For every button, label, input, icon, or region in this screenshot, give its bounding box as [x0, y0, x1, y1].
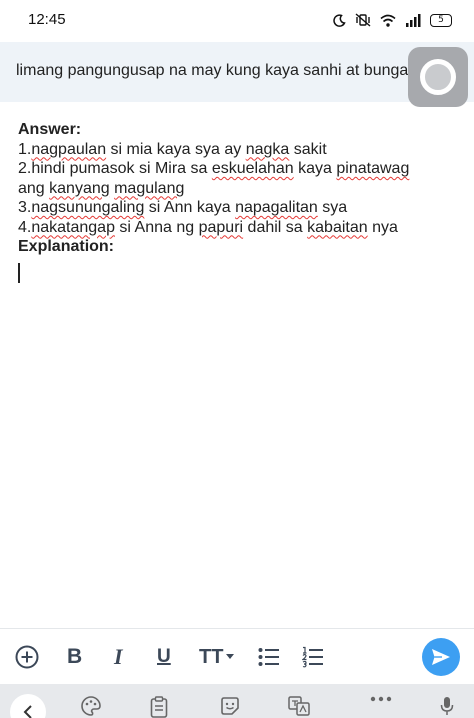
text-size-button[interactable]: TT — [199, 645, 235, 669]
answer-lines: 1.nagpaulan si mia kaya sya ay nagka sak… — [18, 140, 468, 238]
answer-editor[interactable]: Answer: 1.nagpaulan si mia kaya sya ay n… — [18, 120, 468, 257]
battery-icon: 5 — [430, 13, 452, 27]
floating-assist-button[interactable] — [408, 47, 468, 107]
mute-vibrate-icon — [355, 13, 371, 27]
misspelled-word[interactable]: nakatangap — [31, 219, 115, 236]
answer-text: 1. — [18, 140, 32, 158]
underline-button[interactable]: U — [157, 645, 171, 669]
formatting-toolbar: B I U TT — [0, 628, 474, 684]
misspelled-word[interactable]: nagka — [246, 141, 290, 158]
answer-text: si Anna ng — [114, 218, 199, 236]
answer-text: nya — [367, 218, 398, 236]
status-bar: 12:45 5 — [0, 0, 474, 38]
misspelled-word[interactable]: nagpaulan — [31, 141, 106, 158]
answer-heading: Answer: — [18, 121, 82, 138]
answer-text: 4. — [18, 218, 32, 236]
answer-line: 4.nakatangap si Anna ng papuri dahil sa … — [18, 218, 468, 238]
bold-button[interactable]: B — [67, 645, 82, 669]
answer-text: kaya — [293, 160, 337, 177]
sticker-icon[interactable] — [220, 696, 240, 716]
moon-icon — [333, 13, 346, 27]
answer-line: 2.hindi pumasok si Mira sa eskuelahan ka… — [18, 159, 468, 179]
answer-text: si mia kaya sya ay — [106, 140, 246, 158]
signal-icon — [405, 13, 421, 27]
numbered-list-icon[interactable] — [302, 645, 324, 669]
misspelled-word[interactable]: napagalitan — [235, 199, 318, 216]
wifi-icon — [380, 14, 396, 27]
more-icon[interactable] — [370, 696, 392, 702]
add-circle-icon[interactable] — [15, 645, 39, 669]
palette-icon[interactable] — [81, 696, 101, 716]
microphone-icon[interactable] — [440, 696, 454, 716]
misspelled-word[interactable]: kanyang — [49, 180, 110, 197]
answer-text: 3. — [18, 199, 32, 216]
explanation-heading: Explanation: — [18, 238, 115, 255]
caret-down-icon — [226, 654, 235, 659]
status-icons: 5 — [333, 12, 452, 28]
italic-button[interactable]: I — [114, 644, 123, 669]
text-size-label: TT — [199, 645, 224, 668]
misspelled-word[interactable]: nagsunungaling — [31, 199, 144, 216]
answer-text: si Ann kaya — [144, 199, 236, 216]
status-time: 12:45 — [28, 11, 66, 28]
answer-text: ang — [18, 179, 50, 197]
clipboard-icon[interactable] — [150, 696, 168, 718]
answer-text: dahil sa — [243, 218, 308, 236]
question-text: limang pangungusap na may kung kaya sanh… — [16, 62, 409, 79]
text-cursor — [18, 263, 20, 283]
answer-text: sya — [317, 199, 348, 216]
send-button[interactable] — [422, 638, 460, 676]
misspelled-word[interactable]: papuri — [199, 219, 243, 236]
answer-text: sakit — [289, 140, 327, 158]
question-box: limang pangungusap na may kung kaya sanh… — [0, 42, 474, 102]
keyboard-toolbar — [0, 684, 474, 718]
misspelled-word[interactable]: eskuelahan — [212, 160, 294, 177]
answer-line: ang kanyang magulang — [18, 179, 468, 199]
translate-icon[interactable] — [288, 696, 310, 716]
answer-line: 1.nagpaulan si mia kaya sya ay nagka sak… — [18, 140, 468, 160]
chevron-left-icon[interactable] — [10, 694, 46, 718]
misspelled-word[interactable]: pinatawag — [336, 160, 409, 177]
send-icon — [432, 649, 450, 665]
assistive-touch-icon — [420, 59, 456, 95]
answer-line: 3.nagsunungaling si Ann kaya napagalitan… — [18, 198, 468, 218]
answer-text: 2.hindi pumasok si Mira sa — [18, 160, 212, 177]
misspelled-word[interactable]: kabaitan — [307, 219, 368, 236]
bullet-list-icon[interactable] — [258, 645, 280, 669]
misspelled-word[interactable]: magulang — [114, 180, 184, 197]
